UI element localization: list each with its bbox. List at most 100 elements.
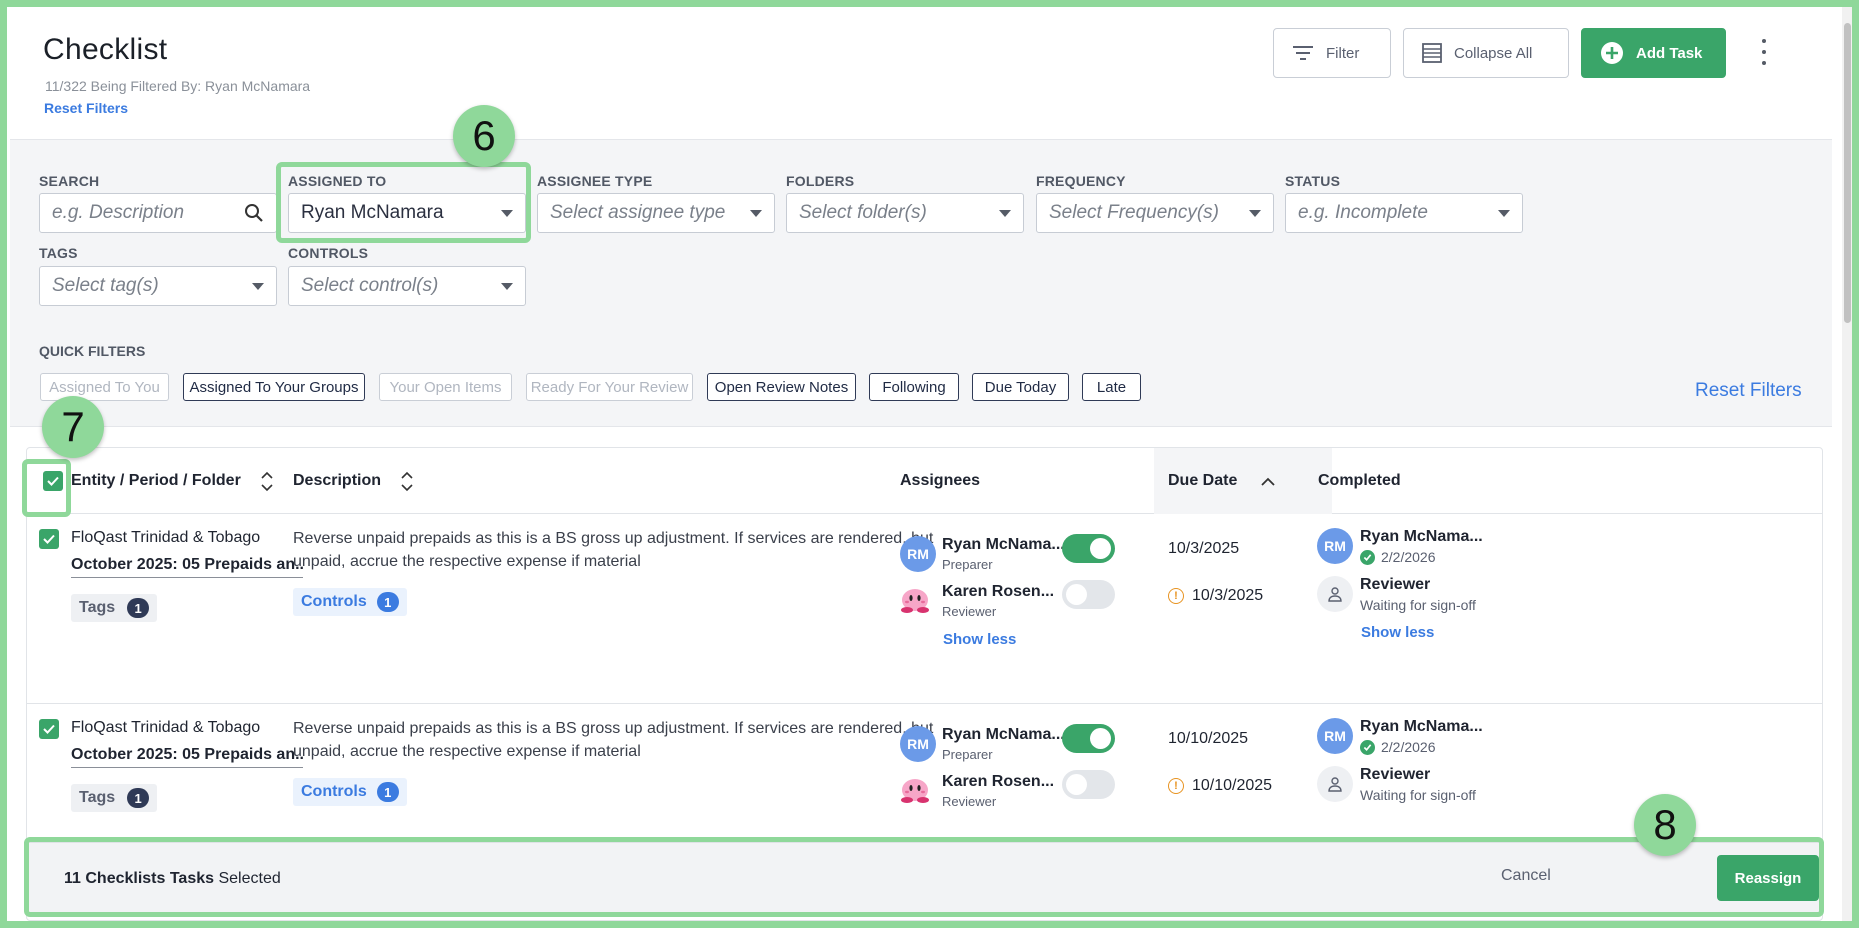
table-header: Entity / Period / Folder Description Ass… (27, 448, 1822, 514)
completed-show-less[interactable]: Show less (1361, 624, 1434, 641)
collapse-all-label: Collapse All (1454, 44, 1533, 62)
assignees-show-less[interactable]: Show less (943, 631, 1016, 648)
controls-pill[interactable]: Controls 1 (293, 588, 407, 616)
quick-filter-following[interactable]: Following (869, 373, 959, 401)
quick-filters-label: QUICK FILTERS (39, 343, 146, 359)
reviewer-due-date: ! 10/10/2025 (1168, 777, 1272, 795)
completed-preparer: Ryan McNama... 2/2/2026 (1360, 528, 1483, 565)
chevron-down-icon (501, 209, 513, 217)
reassign-button[interactable]: Reassign (1717, 855, 1819, 901)
assigned-to-select[interactable]: Ryan McNamara (288, 193, 526, 233)
check-circle-icon (1360, 549, 1375, 565)
selection-count: 11 Checklists Tasks Selected (64, 870, 281, 887)
tags-pill[interactable]: Tags 1 (71, 594, 158, 622)
frequency-select[interactable]: Select Frequency(s) (1036, 193, 1274, 233)
add-task-button[interactable]: Add Task (1581, 28, 1726, 78)
assignee-type-label: ASSIGNEE TYPE (537, 173, 653, 189)
filter-button[interactable]: Filter (1273, 28, 1391, 78)
tags-count: 1 (127, 788, 150, 808)
period-folder-link[interactable]: October 2025: 05 Prepaids an... (71, 556, 303, 578)
bulk-action-bar: 11 Checklists Tasks Selected Cancel Reas… (29, 842, 1819, 912)
task-description: Reverse unpaid prepaids as this is a BS … (293, 720, 934, 760)
preparer-info: Ryan McNama... Preparer (942, 536, 1065, 572)
sort-icon[interactable] (401, 471, 413, 492)
preparer-due-date: 10/10/2025 (1168, 730, 1249, 747)
quick-filter-open-review-notes[interactable]: Open Review Notes (707, 373, 856, 401)
period-folder-link[interactable]: October 2025: 05 Prepaids an... (71, 746, 303, 768)
reviewer-signoff-toggle[interactable] (1062, 770, 1115, 799)
panel-reset-filters[interactable]: Reset Filters (1695, 380, 1802, 402)
page-title: Checklist (43, 33, 168, 66)
tags-label: TAGS (39, 245, 78, 261)
plus-circle-icon (1601, 42, 1623, 64)
chevron-down-icon (501, 282, 513, 290)
add-task-label: Add Task (1636, 44, 1703, 62)
preparer-info: Ryan McNama... Preparer (942, 726, 1065, 762)
filter-button-label: Filter (1326, 44, 1360, 62)
quick-filter-assigned-to-groups[interactable]: Assigned To Your Groups (183, 373, 365, 401)
more-options-icon[interactable] (1758, 39, 1770, 65)
quick-filter-late[interactable]: Late (1082, 373, 1141, 401)
entity-name: FloQast Trinidad & Tobago (71, 719, 261, 736)
chevron-down-icon (1498, 209, 1510, 217)
tags-pill[interactable]: Tags 1 (71, 784, 158, 812)
step-badge-7: 7 (42, 396, 104, 458)
kirby-avatar-icon (901, 589, 929, 613)
frequency-label: FREQUENCY (1036, 173, 1126, 189)
preparer-signoff-toggle[interactable] (1062, 534, 1115, 563)
assigned-to-label: ASSIGNED TO (288, 173, 387, 189)
avatar: RM (1317, 718, 1353, 754)
completed-preparer: Ryan McNama... 2/2/2026 (1360, 718, 1483, 755)
preparer-due-date: 10/3/2025 (1168, 540, 1240, 557)
description-header[interactable]: Description (293, 448, 413, 514)
due-date-header[interactable]: Due Date (1154, 448, 1332, 514)
search-input[interactable]: e.g. Description (39, 193, 277, 233)
warning-icon: ! (1168, 778, 1184, 794)
sort-asc-icon[interactable] (1261, 477, 1275, 486)
quick-filter-ready-for-review[interactable]: Ready For Your Review (526, 373, 693, 401)
avatar: RM (900, 536, 936, 572)
collapse-all-button[interactable]: Collapse All (1403, 28, 1569, 78)
quick-filter-open-items[interactable]: Your Open Items (379, 373, 512, 401)
table-row[interactable]: FloQast Trinidad & Tobago October 2025: … (27, 514, 1822, 704)
row-checkbox[interactable] (39, 529, 59, 549)
reset-filters-link[interactable]: Reset Filters (44, 100, 128, 116)
filter-summary: 11/322 Being Filtered By: Ryan McNamara (45, 78, 311, 94)
chevron-down-icon (750, 209, 762, 217)
entity-header[interactable]: Entity / Period / Folder (71, 448, 273, 514)
completed-reviewer: Reviewer Waiting for sign-off (1360, 766, 1476, 803)
entity-name: FloQast Trinidad & Tobago (71, 529, 261, 546)
folders-label: FOLDERS (786, 173, 855, 189)
quick-filter-due-today[interactable]: Due Today (972, 373, 1069, 401)
cancel-button[interactable]: Cancel (1501, 867, 1551, 885)
avatar: RM (1317, 528, 1353, 564)
filter-lines-icon (1293, 46, 1313, 60)
controls-pill[interactable]: Controls 1 (293, 778, 407, 806)
task-description: Reverse unpaid prepaids as this is a BS … (293, 530, 934, 570)
tags-select[interactable]: Select tag(s) (39, 266, 277, 306)
quick-filter-assigned-to-you[interactable]: Assigned To You (40, 373, 169, 401)
check-circle-icon (1360, 739, 1375, 755)
assignee-type-select[interactable]: Select assignee type (537, 193, 775, 233)
reviewer-avatar (899, 773, 931, 810)
preparer-signoff-toggle[interactable] (1062, 724, 1115, 753)
scroll-thumb[interactable] (1844, 23, 1851, 323)
select-all-checkbox[interactable] (43, 471, 63, 491)
sort-icon[interactable] (261, 471, 273, 492)
status-select[interactable]: e.g. Incomplete (1285, 193, 1523, 233)
page-scrollbar[interactable] (1842, 7, 1852, 921)
search-icon (245, 204, 263, 222)
search-label: SEARCH (39, 173, 100, 189)
reviewer-signoff-toggle[interactable] (1062, 580, 1115, 609)
warning-icon: ! (1168, 588, 1184, 604)
avatar: RM (900, 726, 936, 762)
assignees-header: Assignees (900, 472, 981, 489)
reviewer-info: Karen Rosen... Reviewer (942, 583, 1055, 619)
folders-select[interactable]: Select folder(s) (786, 193, 1024, 233)
completed-header: Completed (1318, 472, 1401, 489)
row-checkbox[interactable] (39, 719, 59, 739)
controls-select[interactable]: Select control(s) (288, 266, 526, 306)
reviewer-info: Karen Rosen... Reviewer (942, 773, 1055, 809)
controls-count: 1 (376, 592, 399, 612)
step-badge-6: 6 (453, 105, 515, 167)
